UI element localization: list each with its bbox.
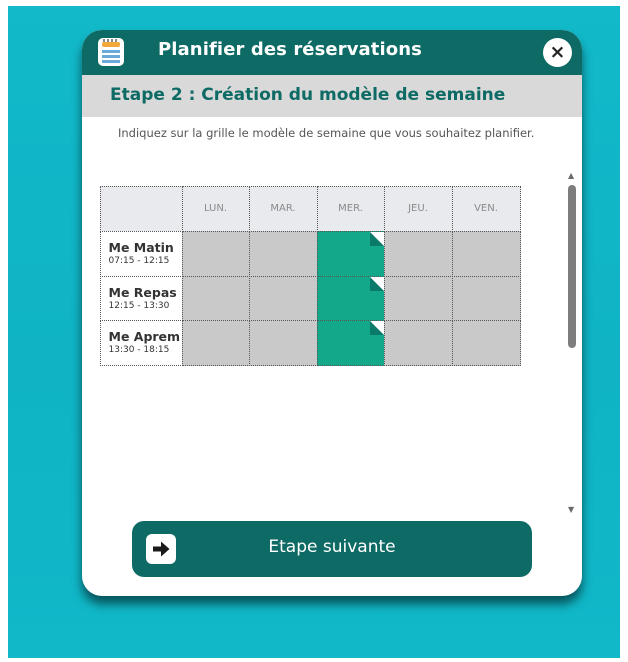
dialog-header: Planifier des réservations × xyxy=(82,30,582,75)
slot-label: Me Matin 07:15 - 12:15 xyxy=(99,230,183,277)
day-header: JEU. xyxy=(383,185,453,232)
day-header: MER. xyxy=(316,185,385,232)
slot-cell[interactable] xyxy=(451,230,521,277)
slot-cell[interactable] xyxy=(383,230,453,277)
slot-label: Me Repas 12:15 - 13:30 xyxy=(99,275,183,321)
slot-cell[interactable] xyxy=(383,319,453,366)
week-grid: LUN. MAR. MER. JEU. VEN. Me Matin 07:15 - 12:1… xyxy=(99,185,521,366)
day-header: VEN. xyxy=(451,185,521,232)
slot-name: Me Aprem xyxy=(108,328,181,344)
scroll-thumb[interactable] xyxy=(568,185,576,348)
slot-time: 12:15 - 13:30 xyxy=(108,300,170,311)
grid-scroll-area: LUN. MAR. MER. JEU. VEN. Me Matin 07:15 - 12:1… xyxy=(82,170,582,515)
slot-time: 13:30 - 18:15 xyxy=(108,344,170,355)
slot-time: 07:15 - 12:15 xyxy=(108,255,170,266)
slot-cell[interactable] xyxy=(451,319,521,366)
dialog-title: Planifier des réservations xyxy=(158,39,422,60)
slot-cell-selected[interactable] xyxy=(316,230,385,277)
slot-cell[interactable] xyxy=(248,275,318,321)
calendar-icon xyxy=(98,38,124,66)
slot-cell[interactable] xyxy=(451,275,521,321)
instructions-text: Indiquez sur la grille le modèle de sema… xyxy=(118,126,535,140)
day-header: LUN. xyxy=(181,185,250,232)
step-bar: Etape 2 : Création du modèle de semaine xyxy=(82,75,582,117)
slot-cell-selected[interactable] xyxy=(316,319,385,366)
slot-cell[interactable] xyxy=(248,319,318,366)
grid-corner xyxy=(99,185,183,232)
slot-cell[interactable] xyxy=(181,230,250,277)
next-step-label: Etape suivante xyxy=(268,537,396,557)
next-step-button[interactable]: Etape suivante xyxy=(132,521,532,577)
close-button[interactable]: × xyxy=(543,38,572,67)
step-title: Etape 2 : Création du modèle de semaine xyxy=(110,85,506,105)
slot-cell[interactable] xyxy=(181,275,250,321)
scroll-up-icon[interactable]: ▲ xyxy=(568,172,574,180)
slot-cell[interactable] xyxy=(248,230,318,277)
slot-name: Me Matin xyxy=(108,239,174,255)
vertical-scrollbar[interactable]: ▲ ▼ xyxy=(567,170,577,515)
day-header: MAR. xyxy=(248,185,318,232)
planning-dialog: Planifier des réservations × Etape 2 : C… xyxy=(82,30,582,596)
slot-name: Me Repas xyxy=(108,284,177,300)
slot-cell-selected[interactable] xyxy=(316,275,385,321)
slot-cell[interactable] xyxy=(383,275,453,321)
close-icon: × xyxy=(549,41,566,63)
scroll-down-icon[interactable]: ▼ xyxy=(568,506,574,514)
slot-cell[interactable] xyxy=(181,319,250,366)
slot-label: Me Aprem 13:30 - 18:15 xyxy=(99,319,183,366)
